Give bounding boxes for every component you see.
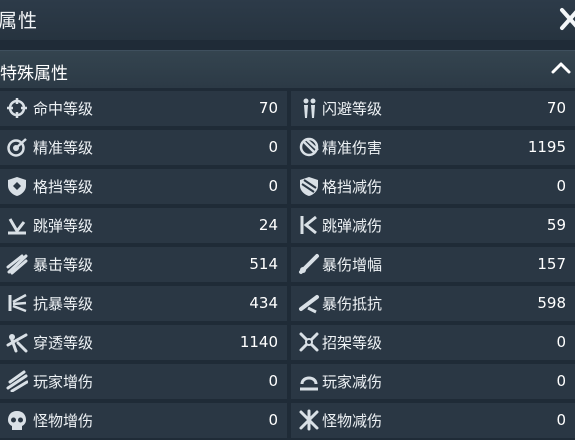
stat-value: 0: [268, 372, 278, 390]
stats-row: 精准等级 0 精准伤害 1195: [0, 128, 575, 167]
stat-cell: 怪物增伤 0: [0, 403, 287, 438]
monster-reduce-icon: [298, 409, 320, 431]
stat-value: 0: [556, 333, 566, 351]
stat-label: 暴击等级: [33, 256, 94, 274]
parry-icon: [298, 331, 320, 353]
stats-row: 抗暴等级 434 暴伤抵抗 598: [0, 284, 575, 323]
stats-row: 怪物增伤 0 怪物减伤 0: [0, 401, 575, 440]
stat-value: 157: [537, 255, 566, 273]
shield-icon: [6, 175, 28, 197]
stat-cell: 招架等级 0: [291, 325, 575, 360]
chevron-up-icon[interactable]: [551, 61, 571, 75]
stat-cell: 闪避等级 70: [291, 91, 575, 126]
stat-value: 0: [268, 177, 278, 195]
stat-label: 格挡减伤: [322, 178, 383, 196]
stat-label: 命中等级: [33, 100, 94, 118]
stat-label: 精准等级: [33, 139, 94, 157]
stat-label: 玩家增伤: [33, 373, 94, 391]
shield-reduce-icon: [298, 175, 320, 197]
stat-label: 格挡等级: [33, 178, 94, 196]
stat-cell: 暴击等级 514: [0, 247, 287, 282]
stat-cell: 跳弹等级 24: [0, 208, 287, 243]
stat-value: 70: [258, 99, 278, 117]
stat-cell: 暴伤抵抗 598: [291, 286, 575, 321]
stat-label: 精准伤害: [322, 139, 383, 157]
dodge-figure-icon: [298, 97, 320, 119]
ricochet-reduce-icon: [298, 214, 320, 236]
stat-cell: 怪物减伤 0: [291, 403, 575, 438]
stats-row: 跳弹等级 24 跳弹减伤 59: [0, 206, 575, 245]
critical-claw-icon: [6, 253, 28, 275]
crosshair-icon: [6, 97, 28, 119]
stat-cell: 跳弹减伤 59: [291, 208, 575, 243]
window-titlebar: 属性: [0, 0, 575, 40]
stat-cell: 玩家减伤 0: [291, 364, 575, 399]
stat-label: 怪物增伤: [33, 412, 94, 430]
stat-cell: 格挡等级 0: [0, 169, 287, 204]
player-damage-icon: [6, 370, 28, 392]
stat-value: 1195: [527, 138, 566, 156]
crit-damage-resist-icon: [298, 292, 320, 314]
stat-cell: 暴伤增幅 157: [291, 247, 575, 282]
stat-value: 70: [546, 99, 566, 117]
stat-label: 闪避等级: [322, 100, 383, 118]
stats-row: 命中等级 70 闪避等级 70: [0, 89, 575, 128]
stat-cell: 精准伤害 1195: [291, 130, 575, 165]
stat-label: 抗暴等级: [33, 295, 94, 313]
stat-value: 24: [258, 216, 278, 234]
stat-cell: 玩家增伤 0: [0, 364, 287, 399]
window-title: 属性: [0, 10, 39, 32]
stat-label: 跳弹等级: [33, 217, 94, 235]
stat-label: 暴伤增幅: [322, 256, 383, 274]
stat-value: 514: [249, 255, 278, 273]
stat-cell: 抗暴等级 434: [0, 286, 287, 321]
stat-value: 0: [556, 372, 566, 390]
stat-label: 怪物减伤: [322, 412, 383, 430]
stat-value: 0: [556, 177, 566, 195]
stat-value: 59: [546, 216, 566, 234]
section-header-special-attributes[interactable]: 特殊属性: [0, 50, 575, 88]
stat-label: 暴伤抵抗: [322, 295, 383, 313]
stat-cell: 命中等级 70: [0, 91, 287, 126]
stat-cell: 精准等级 0: [0, 130, 287, 165]
stat-label: 跳弹减伤: [322, 217, 383, 235]
stat-value: 1140: [239, 333, 278, 351]
player-reduce-icon: [298, 370, 320, 392]
stat-cell: 穿透等级 1140: [0, 325, 287, 360]
ricochet-icon: [6, 214, 28, 236]
crit-resist-icon: [6, 292, 28, 314]
stat-value: 434: [249, 294, 278, 312]
stats-row: 暴击等级 514 暴伤增幅 157: [0, 245, 575, 284]
stat-value: 0: [268, 138, 278, 156]
stat-label: 招架等级: [322, 334, 383, 352]
stats-row: 格挡等级 0 格挡减伤 0: [0, 167, 575, 206]
stats-grid: 命中等级 70 闪避等级 70 精准等级 0 精准伤害 1195 格挡等级 0 格挡减伤 0 跳弹等级 2…: [0, 89, 575, 440]
stat-label: 玩家减伤: [322, 373, 383, 391]
stat-value: 598: [537, 294, 566, 312]
section-title: 特殊属性: [0, 64, 68, 84]
precision-damage-icon: [298, 136, 320, 158]
stat-value: 0: [556, 411, 566, 429]
stat-cell: 格挡减伤 0: [291, 169, 575, 204]
stats-row: 玩家增伤 0 玩家减伤 0: [0, 362, 575, 401]
close-icon[interactable]: [559, 4, 575, 34]
critical-damage-icon: [298, 253, 320, 275]
precision-target-icon: [6, 136, 28, 158]
skull-icon: [6, 409, 28, 431]
stat-label: 穿透等级: [33, 334, 94, 352]
stat-value: 0: [268, 411, 278, 429]
penetrate-icon: [6, 331, 28, 353]
stats-row: 穿透等级 1140 招架等级 0: [0, 323, 575, 362]
